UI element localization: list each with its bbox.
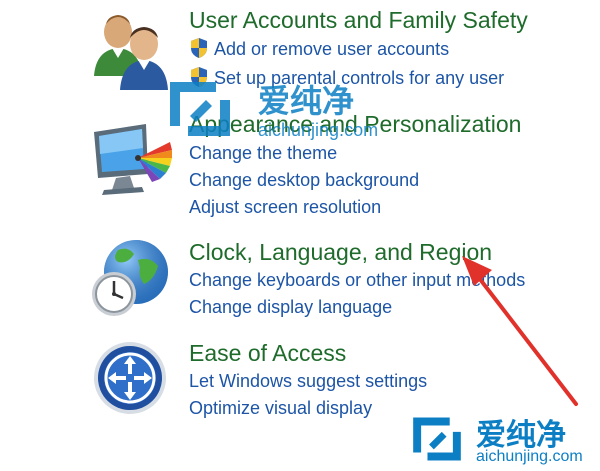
watermark-brand-text: 爱纯净 [476, 418, 566, 453]
watermark-url-text: aichunjing.com [476, 448, 583, 465]
uac-shield-icon [191, 67, 207, 87]
task-let-windows-suggest[interactable]: Let Windows suggest settings [189, 370, 427, 392]
task-change-keyboards[interactable]: Change keyboards or other input methods [189, 269, 525, 291]
task-optimize-visual-display[interactable]: Optimize visual display [189, 397, 372, 419]
watermark-logo-icon [413, 417, 461, 461]
category-title-appearance[interactable]: Appearance and Personalization [189, 110, 521, 138]
category-title-clock-language-region[interactable]: Clock, Language, and Region [189, 238, 492, 266]
category-title-user-accounts[interactable]: User Accounts and Family Safety [189, 6, 528, 34]
uac-shield-icon [191, 38, 207, 58]
users-icon[interactable] [88, 6, 174, 92]
task-change-desktop-background[interactable]: Change desktop background [189, 169, 419, 191]
task-change-display-language[interactable]: Change display language [189, 296, 392, 318]
control-panel-category-view: User Accounts and Family Safety Add or r… [0, 0, 600, 471]
task-parental-controls[interactable]: Set up parental controls for any user [214, 67, 504, 89]
ease-of-access-icon[interactable] [88, 338, 174, 424]
category-title-ease-of-access[interactable]: Ease of Access [189, 339, 346, 367]
task-add-remove-users[interactable]: Add or remove user accounts [214, 38, 449, 60]
task-change-theme[interactable]: Change the theme [189, 142, 337, 164]
task-adjust-screen-resolution[interactable]: Adjust screen resolution [189, 196, 381, 218]
watermark-corner: 爱纯净 aichunjing.com [404, 408, 600, 470]
globe-clock-icon[interactable] [88, 234, 174, 320]
monitor-palette-icon[interactable] [88, 118, 174, 204]
